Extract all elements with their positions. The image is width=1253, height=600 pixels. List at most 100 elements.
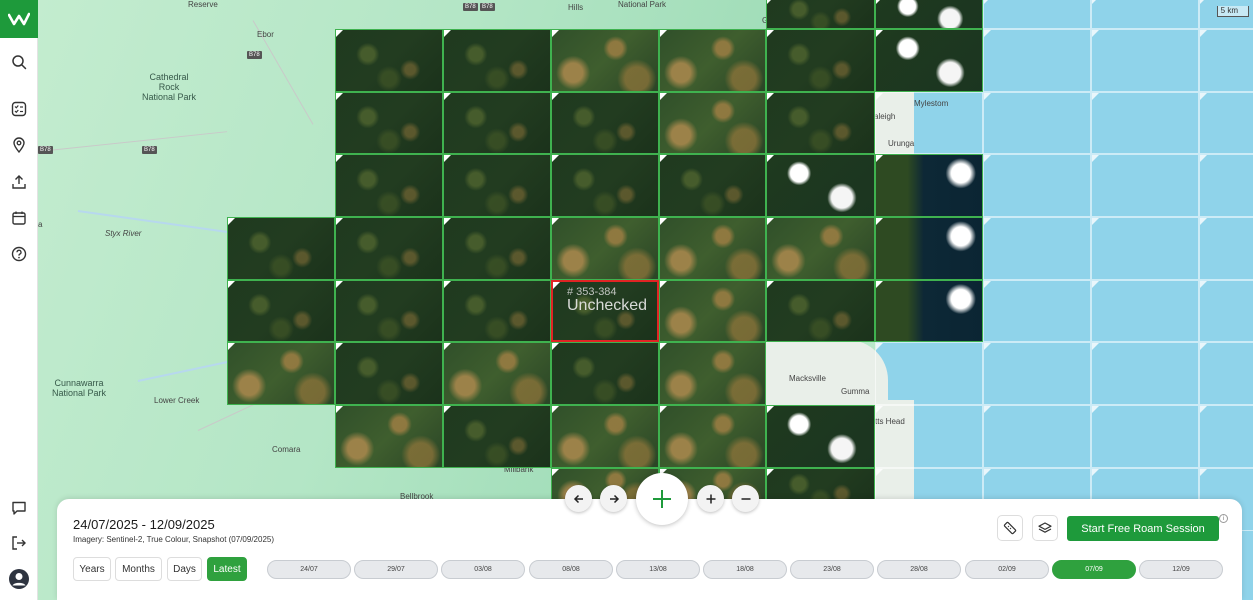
- messages-button[interactable]: [7, 496, 31, 520]
- date-pill[interactable]: 24/07: [267, 560, 351, 579]
- grid-tile[interactable]: [875, 29, 983, 92]
- grid-tile[interactable]: [227, 217, 335, 280]
- location-pin-icon: [13, 137, 25, 153]
- date-pill[interactable]: 29/07: [354, 560, 438, 579]
- tasks-button[interactable]: [7, 97, 31, 121]
- grid-tile[interactable]: [875, 280, 983, 342]
- grid-tile[interactable]: [875, 0, 983, 29]
- date-pill[interactable]: 23/08: [790, 560, 874, 579]
- grid-tile[interactable]: [766, 0, 875, 29]
- imagery-info: Imagery: Sentinel-2, True Colour, Snapsh…: [73, 535, 275, 544]
- grid-tile[interactable]: [335, 342, 443, 405]
- grid-tile[interactable]: [551, 29, 659, 92]
- measure-button[interactable]: [997, 515, 1023, 541]
- upload-button[interactable]: [7, 170, 31, 194]
- road-shield: B78: [480, 3, 495, 11]
- grid-tile[interactable]: [551, 92, 659, 154]
- selected-grid-tile[interactable]: # 353-384 Unchecked: [551, 280, 659, 342]
- date-pill-selected[interactable]: 07/09: [1052, 560, 1136, 579]
- chat-icon: [12, 501, 26, 515]
- period-months-button[interactable]: Months: [115, 557, 162, 581]
- map-label: a: [38, 220, 43, 229]
- date-pill[interactable]: 28/08: [877, 560, 961, 579]
- empty-grid-cell: [1091, 0, 1199, 29]
- grid-tile[interactable]: [335, 92, 443, 154]
- road: [47, 131, 228, 151]
- grid-tile[interactable]: [766, 92, 875, 154]
- date-pill[interactable]: 02/09: [965, 560, 1049, 579]
- logout-button[interactable]: [7, 531, 31, 555]
- road-shield: B78: [247, 51, 262, 59]
- grid-tile[interactable]: [443, 92, 551, 154]
- search-icon: [12, 55, 27, 70]
- grid-tile[interactable]: [659, 92, 766, 154]
- empty-grid-cell: [1199, 280, 1253, 342]
- user-avatar[interactable]: [7, 567, 31, 591]
- grid-tile[interactable]: [766, 154, 875, 217]
- grid-tile[interactable]: [335, 405, 443, 468]
- plus-icon: [653, 490, 671, 508]
- arrow-right-icon: [609, 494, 619, 503]
- empty-grid-cell: [875, 342, 983, 405]
- period-latest-button[interactable]: Latest: [207, 557, 247, 581]
- grid-tile[interactable]: [443, 280, 551, 342]
- grid-tile[interactable]: [335, 217, 443, 280]
- search-button[interactable]: [7, 50, 31, 74]
- date-pill[interactable]: 08/08: [529, 560, 613, 579]
- grid-tile[interactable]: [659, 154, 766, 217]
- grid-tile[interactable]: [766, 217, 875, 280]
- period-years-button[interactable]: Years: [73, 557, 111, 581]
- date-pill[interactable]: 18/08: [703, 560, 787, 579]
- grid-tile[interactable]: [659, 280, 766, 342]
- grid-tile[interactable]: [766, 29, 875, 92]
- grid-tile[interactable]: [551, 342, 659, 405]
- zoom-in-button[interactable]: [697, 485, 724, 512]
- grid-tile[interactable]: [227, 342, 335, 405]
- empty-grid-cell: [983, 280, 1091, 342]
- map-label: Macksville: [789, 374, 826, 383]
- grid-tile[interactable]: [659, 29, 766, 92]
- date-pill[interactable]: 12/09: [1139, 560, 1223, 579]
- grid-tile[interactable]: [875, 217, 983, 280]
- map-label: Lower Creek: [154, 396, 200, 405]
- zoom-in-icon: [706, 494, 715, 503]
- grid-tile[interactable]: [659, 217, 766, 280]
- date-pill[interactable]: 13/08: [616, 560, 700, 579]
- zoom-out-button[interactable]: [732, 485, 759, 512]
- grid-tile[interactable]: [227, 280, 335, 342]
- empty-grid-cell: [1199, 405, 1253, 468]
- next-date-button[interactable]: [600, 485, 627, 512]
- app-logo[interactable]: [0, 0, 38, 38]
- grid-tile[interactable]: [551, 154, 659, 217]
- layers-button[interactable]: [1032, 515, 1058, 541]
- grid-tile[interactable]: [766, 405, 875, 468]
- map-label: Reserve: [188, 0, 218, 9]
- period-days-button[interactable]: Days: [167, 557, 202, 581]
- grid-tile[interactable]: [875, 154, 983, 217]
- grid-tile[interactable]: [443, 342, 551, 405]
- grid-tile[interactable]: [443, 405, 551, 468]
- help-icon: [11, 246, 27, 262]
- grid-tile[interactable]: [659, 342, 766, 405]
- grid-tile[interactable]: [659, 405, 766, 468]
- locations-button[interactable]: [7, 133, 31, 157]
- sidebar: [0, 0, 38, 600]
- grid-tile[interactable]: [443, 29, 551, 92]
- grid-tile[interactable]: [551, 217, 659, 280]
- date-pill[interactable]: 03/08: [441, 560, 525, 579]
- grid-tile[interactable]: [335, 29, 443, 92]
- grid-tile[interactable]: [443, 154, 551, 217]
- empty-grid-cell: [983, 0, 1091, 29]
- grid-tile[interactable]: [443, 217, 551, 280]
- info-icon[interactable]: i: [1219, 514, 1228, 523]
- start-free-roam-button[interactable]: Start Free Roam Session: [1067, 516, 1219, 541]
- grid-tile[interactable]: [335, 280, 443, 342]
- add-tile-button[interactable]: [636, 473, 688, 525]
- previous-date-button[interactable]: [565, 485, 592, 512]
- help-button[interactable]: [7, 242, 31, 266]
- grid-tile[interactable]: [551, 405, 659, 468]
- calendar-button[interactable]: [7, 206, 31, 230]
- grid-tile[interactable]: [335, 154, 443, 217]
- grid-tile[interactable]: [766, 280, 875, 342]
- map-label: Comara: [272, 445, 301, 454]
